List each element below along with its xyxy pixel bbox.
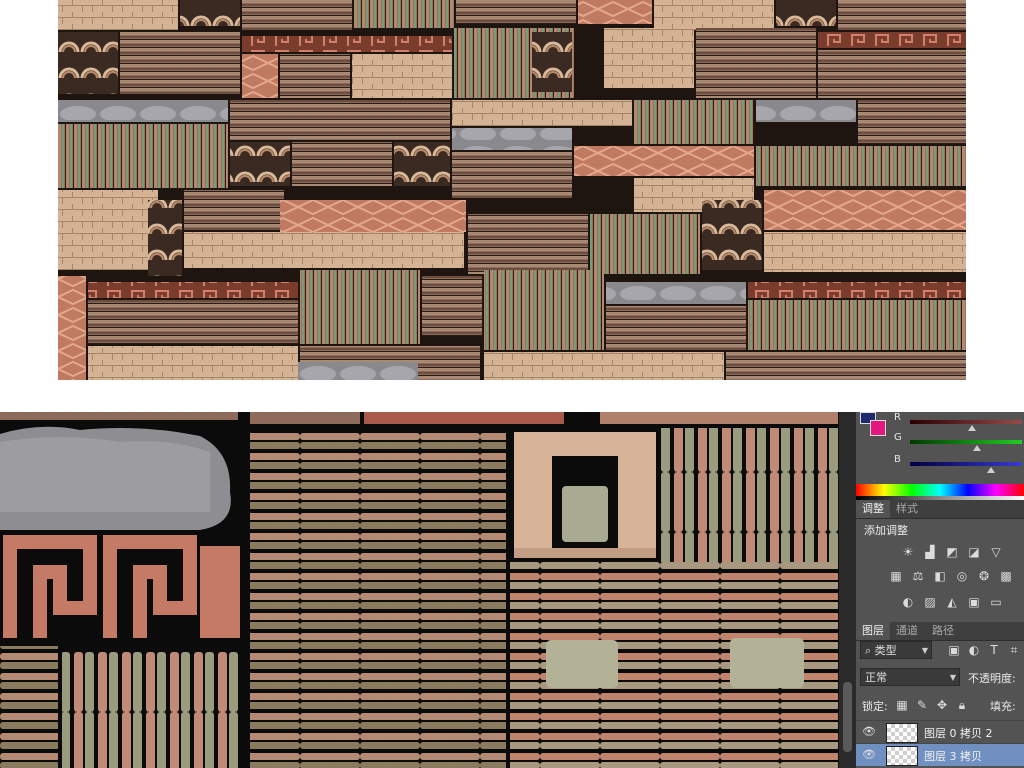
texture-preview-image bbox=[58, 0, 966, 380]
right-panels: R G B 调整 样式 添加调整 ☀ ▟ ◩ ◪ ▽ ▦ ⚖ ◧ ◎ ❂ ▩ ◐… bbox=[856, 412, 1024, 768]
tab-adjustments[interactable]: 调整 bbox=[856, 500, 890, 518]
slider-b[interactable]: B bbox=[892, 454, 1024, 474]
filter-shape-icon[interactable]: ⌗ bbox=[1006, 642, 1022, 658]
chevron-down-icon: ▼ bbox=[921, 646, 928, 655]
layer-filter-kind[interactable]: ⌕ 类型 ▼ bbox=[860, 641, 932, 659]
lock-transparent-icon[interactable]: ▦ bbox=[894, 697, 910, 713]
blend-mode-select[interactable]: 正常 ▼ bbox=[860, 668, 960, 686]
slider-g[interactable]: G bbox=[892, 432, 1024, 452]
tab-channels[interactable]: 通道 bbox=[890, 622, 924, 640]
hue-saturation-icon[interactable]: ▦ bbox=[888, 568, 904, 584]
color-swatches bbox=[858, 412, 886, 438]
gradient-map-icon[interactable]: ▭ bbox=[988, 594, 1004, 610]
color-balance-icon[interactable]: ⚖ bbox=[910, 568, 926, 584]
curves-icon[interactable]: ◩ bbox=[944, 544, 960, 560]
vibrance-icon[interactable]: ▽ bbox=[988, 544, 1004, 560]
filter-pixel-icon[interactable]: ▣ bbox=[946, 642, 962, 658]
invert-icon[interactable]: ◐ bbox=[900, 594, 916, 610]
brightness-icon[interactable]: ☀ bbox=[900, 544, 916, 560]
slider-g-knob[interactable] bbox=[973, 445, 982, 451]
filter-kind-value: 类型 bbox=[874, 644, 897, 657]
tab-layers[interactable]: 图层 bbox=[856, 622, 890, 640]
slider-g-label: G bbox=[894, 432, 902, 443]
adjustments-tabs: 调整 样式 bbox=[856, 500, 1024, 519]
visibility-eye-icon[interactable]: 👁︎ bbox=[862, 748, 876, 761]
slider-b-knob[interactable] bbox=[986, 467, 995, 473]
visibility-eye-icon[interactable]: 👁︎ bbox=[862, 725, 876, 738]
slider-r-label: R bbox=[894, 412, 901, 423]
document-canvas[interactable] bbox=[0, 412, 838, 768]
black-white-icon[interactable]: ◧ bbox=[932, 568, 948, 584]
layer-row[interactable]: 👁︎ 图层 0 拷贝 2 bbox=[856, 720, 1024, 743]
slider-r-track[interactable] bbox=[910, 420, 1022, 424]
channel-mixer-icon[interactable]: ❂ bbox=[976, 568, 992, 584]
filter-type-icon[interactable]: T bbox=[986, 642, 1002, 658]
photo-filter-icon[interactable]: ◎ bbox=[954, 568, 970, 584]
slider-g-track[interactable] bbox=[910, 440, 1022, 444]
background-color-swatch[interactable] bbox=[870, 420, 886, 436]
posterize-icon[interactable]: ▨ bbox=[922, 594, 938, 610]
layer-name[interactable]: 图层 3 拷贝 bbox=[924, 748, 982, 764]
lock-label: 锁定: bbox=[862, 700, 888, 713]
layer-thumbnail bbox=[886, 723, 918, 743]
selective-color-icon[interactable]: ▣ bbox=[966, 594, 982, 610]
slider-b-label: B bbox=[894, 454, 901, 465]
canvas-vertical-scrollbar[interactable] bbox=[838, 412, 857, 768]
scrollbar-thumb[interactable] bbox=[843, 682, 852, 752]
tab-paths[interactable]: 路径 bbox=[926, 622, 960, 640]
slider-r[interactable]: R bbox=[892, 412, 1024, 432]
fill-label: 填充: bbox=[990, 700, 1016, 713]
slider-r-knob[interactable] bbox=[967, 425, 976, 431]
filter-adjustment-icon[interactable]: ◐ bbox=[966, 642, 982, 658]
blend-mode-value: 正常 bbox=[865, 671, 887, 684]
lock-move-icon[interactable]: ✥ bbox=[934, 697, 950, 713]
chevron-down-icon: ▼ bbox=[949, 673, 956, 682]
tab-styles[interactable]: 样式 bbox=[890, 500, 924, 518]
slider-b-track[interactable] bbox=[910, 462, 1022, 466]
lock-all-icon[interactable]: 🔒︎ bbox=[954, 697, 970, 713]
opacity-label: 不透明度: bbox=[968, 672, 1016, 685]
layer-name[interactable]: 图层 0 拷贝 2 bbox=[924, 725, 993, 741]
color-spectrum-bar[interactable] bbox=[856, 484, 1024, 496]
lock-brush-icon[interactable]: ✎ bbox=[914, 697, 930, 713]
filter-search-icon: ⌕ bbox=[865, 644, 872, 657]
layer-thumbnail bbox=[886, 746, 918, 766]
exposure-icon[interactable]: ◪ bbox=[966, 544, 982, 560]
adjustments-title: 添加调整 bbox=[864, 524, 908, 537]
layer-row-selected[interactable]: 👁︎ 图层 3 拷贝 bbox=[856, 743, 1024, 766]
color-lookup-icon[interactable]: ▩ bbox=[998, 568, 1014, 584]
layer-filter-bar: ⌕ 类型 ▼ ▣ ◐ T ⌗ bbox=[860, 639, 1024, 661]
threshold-icon[interactable]: ◭ bbox=[944, 594, 960, 610]
levels-icon[interactable]: ▟ bbox=[922, 544, 938, 560]
